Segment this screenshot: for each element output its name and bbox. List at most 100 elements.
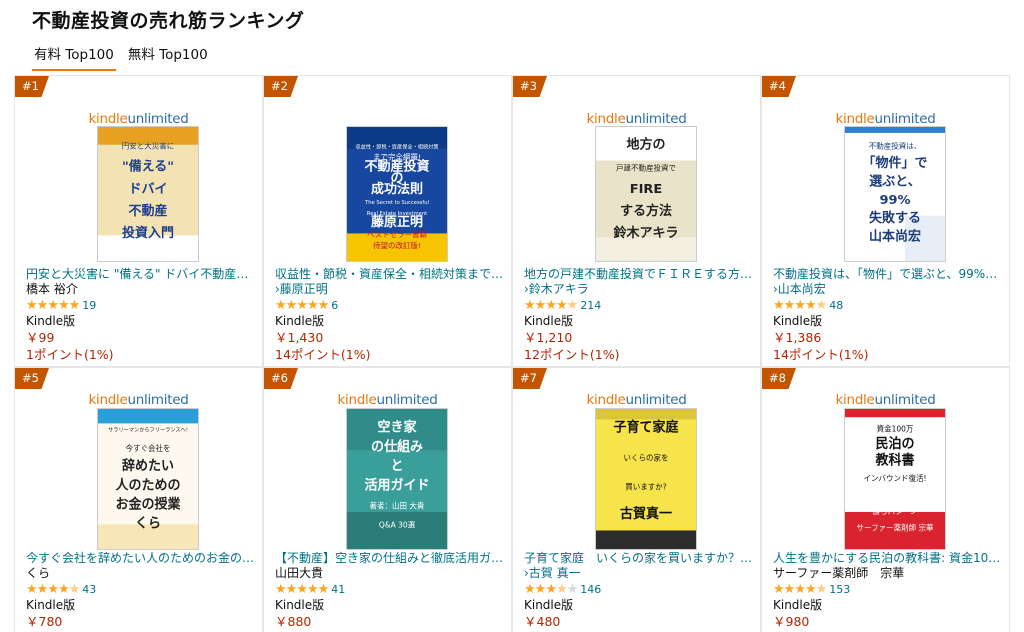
book-author[interactable]: ›古賀 真一 <box>524 566 756 581</box>
cover-text: 地方の <box>627 137 666 153</box>
cover-text: 勝ちパターン <box>873 506 918 516</box>
star-icon: ★ <box>285 298 298 313</box>
book-points: 12ポイント(1%) <box>524 347 620 362</box>
cover-art: サラリーマンからフリーランスへ! 今すぐ会社を辞めたい人のためのお金の授業くら <box>98 409 198 549</box>
tab-bar: 有料 Top100 無料 Top100 <box>32 42 210 71</box>
tab-free-top100[interactable]: 無料 Top100 <box>126 42 210 71</box>
rating-count-link[interactable]: 146 <box>580 582 601 597</box>
rating-count-link[interactable]: 6 <box>331 298 338 313</box>
rank-badge: #6 <box>264 368 298 389</box>
book-cover[interactable]: サラリーマンからフリーランスへ! 今すぐ会社を 辞めたい 人のための お金の授業 くら <box>97 408 199 550</box>
book-cover[interactable]: 空き家 の仕組みと活用ガイド 著者：山田 大貴 Q&A 30選 <box>346 408 448 550</box>
book-cover[interactable]: 資金100万 民泊の 教科書 インバウンド復活! 民泊施設 勝ちパターン サーファー薬剤師 … <box>844 408 946 550</box>
cover-text: 人のための <box>116 477 181 493</box>
book-cover[interactable]: 地方の 戸建不動産投資で FIRE する方法 鈴木アキラ <box>595 126 697 262</box>
star-icon: ★ <box>534 582 547 597</box>
cover-text: サーファー薬剤師 宗華 <box>857 522 934 532</box>
star-icon: ★ <box>545 582 557 597</box>
ranking-card[interactable]: #6 kindleunlimited 空き家 の仕組みと活用ガイド 著者：山田 大貴 Q&… <box>263 367 512 632</box>
ranking-card[interactable]: #8 kindleunlimited 資金100万 民泊の 教科書 インバウンド復活! 民泊… <box>761 367 1010 632</box>
cover-text: 辞めたい <box>122 457 174 474</box>
book-title-link[interactable]: 子育て家庭 いくらの家を買いますか？: ～… <box>524 551 756 566</box>
book-format: Kindle版 <box>524 598 574 612</box>
ranking-card[interactable]: #7 kindleunlimited 子育て家庭 いくらの家を 買いますか? 古賀真一 子育… <box>512 367 761 632</box>
book-info: 【不動産】空き家の仕組みと徹底活用ガイド… 山田大貴 ★★★★★ 41 Kindle版 ￥… <box>275 551 507 631</box>
star-icon: ★ <box>275 582 287 597</box>
ranking-card[interactable]: #4 kindleunlimited 不動産投資は、 「物件」で 選ぶと、 99% 失敗する… <box>761 75 1010 367</box>
star-rating-icon[interactable]: ★★★★★ <box>773 298 827 313</box>
book-price: ￥780 <box>26 614 63 629</box>
book-cover[interactable]: 円安と大災害に "備える" ドバイ 不動産 投資入門 <box>97 126 199 262</box>
book-title-link[interactable]: 人生を豊かにする民泊の教科書: 資金100万… <box>773 551 1005 566</box>
book-author[interactable]: ›藤原正明 <box>275 282 507 297</box>
book-author[interactable]: ›鈴木アキラ <box>524 282 756 297</box>
kindle-unlimited-logo-kindle: kindle <box>88 392 128 408</box>
book-format: Kindle版 <box>26 598 76 612</box>
star-rating-icon[interactable]: ★★★★★ <box>26 298 80 313</box>
star-rating-icon[interactable]: ★★★★★ <box>26 582 81 597</box>
rating-row: ★★★★★ 48 <box>773 297 1005 314</box>
ranking-card[interactable]: #1 kindleunlimited 円安と大災害に "備える" ドバイ 不動産 投資入門円… <box>14 75 263 367</box>
page-title: 不動産投資の売れ筋ランキング <box>32 10 305 32</box>
star-icon: ★ <box>68 582 81 597</box>
star-rating-icon[interactable]: ★★★★★ <box>275 582 329 597</box>
book-title-link[interactable]: 収益性・節税・資産保全・相続対策まで完全… <box>275 267 507 282</box>
cover-text: 藤原正明 <box>371 214 423 230</box>
cover-text: 99% <box>879 193 910 208</box>
cover-text: くら <box>135 516 161 532</box>
rating-count-link[interactable]: 19 <box>82 298 96 313</box>
ranking-card[interactable]: #3 kindleunlimited 地方の 戸建不動産投資で FIRE する方法 鈴木アキ… <box>512 75 761 367</box>
ranking-card[interactable]: #2 収益性・節税・資産保全・相続対策 まで完全網羅! 不動産投資の成功法則 The S… <box>263 75 512 367</box>
book-format: Kindle版 <box>275 598 325 612</box>
star-rating-icon[interactable]: ★★★★★ <box>275 298 329 313</box>
kindle-unlimited-logo: kindleunlimited <box>513 392 760 408</box>
book-title-link[interactable]: 円安と大災害に "備える" ドバイ不動産投資… <box>26 267 258 282</box>
cover-text: 不動産 <box>129 203 168 219</box>
star-icon: ★ <box>815 582 828 597</box>
cover-text: The Secret to Successful <box>364 200 429 206</box>
cover-art: 空き家の仕組みと活用ガイド著者：山田 大貴 Q&A 30選 <box>347 409 447 549</box>
rating-count-link[interactable]: 41 <box>331 582 345 597</box>
kindle-unlimited-logo: kindleunlimited <box>762 392 1009 408</box>
book-price: ￥1,210 <box>524 330 573 345</box>
rating-count-link[interactable]: 48 <box>829 298 843 313</box>
star-icon: ★ <box>783 298 796 313</box>
cover-text: お金の授業 <box>116 495 182 512</box>
book-info: 地方の戸建不動産投資でＦＩＲＥする方法: … ›鈴木アキラ ★★★★★ 214 Kind… <box>524 267 756 366</box>
book-title-link[interactable]: 地方の戸建不動産投資でＦＩＲＥする方法: … <box>524 267 756 282</box>
kindle-unlimited-logo-unlimited: unlimited <box>127 392 189 408</box>
cover-text: 子育て家庭 <box>614 418 680 435</box>
star-icon: ★ <box>275 298 287 313</box>
star-icon: ★ <box>296 298 308 313</box>
book-info: 収益性・節税・資産保全・相続対策まで完全… ›藤原正明 ★★★★★ 6 Kindle版 ￥… <box>275 267 507 366</box>
star-rating-icon[interactable]: ★★★★★ <box>773 582 828 597</box>
book-format: Kindle版 <box>773 314 823 328</box>
book-points: 14ポイント(1%) <box>275 347 371 362</box>
book-title-link[interactable]: 不動産投資は、「物件」で選ぶと、99%失敗… <box>773 267 1005 282</box>
book-cover[interactable]: 子育て家庭 いくらの家を 買いますか? 古賀真一 <box>595 408 697 550</box>
star-icon: ★ <box>47 298 59 313</box>
book-author: 橋本 裕介 <box>26 282 78 296</box>
book-author[interactable]: ›山本尚宏 <box>773 282 1005 297</box>
cover-art: 円安と大災害に "備える" ドバイ不動産投資入門 <box>98 127 198 261</box>
book-title-link[interactable]: 【不動産】空き家の仕組みと徹底活用ガイド… <box>275 551 507 566</box>
book-title-link[interactable]: 今すぐ会社を辞めたい人のためのお金の授業… <box>26 551 258 566</box>
star-rating-icon[interactable]: ★★★★★ <box>524 582 578 597</box>
tab-paid-top100[interactable]: 有料 Top100 <box>32 42 116 71</box>
book-cover[interactable]: 収益性・節税・資産保全・相続対策 まで完全網羅! 不動産投資の成功法則 The Sec… <box>346 126 448 262</box>
star-icon: ★ <box>47 582 59 597</box>
star-rating-icon[interactable]: ★★★★★ <box>524 298 578 313</box>
rating-count-link[interactable]: 43 <box>82 582 96 597</box>
cover-text: インバウンド復活! <box>863 473 926 483</box>
rating-count-link[interactable]: 153 <box>829 582 850 597</box>
ranking-card[interactable]: #5 kindleunlimited サラリーマンからフリーランスへ! 今すぐ会社を辞… <box>14 367 263 632</box>
star-icon: ★ <box>555 582 568 597</box>
book-info: 子育て家庭 いくらの家を買いますか？: ～… ›古賀 真一 ★★★★★ 146 Kind… <box>524 551 756 631</box>
book-points: 1ポイント(1%) <box>26 347 114 362</box>
kindle-unlimited-logo: kindleunlimited <box>762 111 1009 127</box>
book-cover[interactable]: 不動産投資は、 「物件」で 選ぶと、 99% 失敗する 山本尚宏 <box>844 126 946 262</box>
rating-row: ★★★★★ 19 <box>26 297 258 314</box>
cover-text: 今すぐ会社を <box>126 443 171 453</box>
rating-count-link[interactable]: 214 <box>580 298 601 313</box>
kindle-unlimited-logo-unlimited: unlimited <box>127 111 189 127</box>
